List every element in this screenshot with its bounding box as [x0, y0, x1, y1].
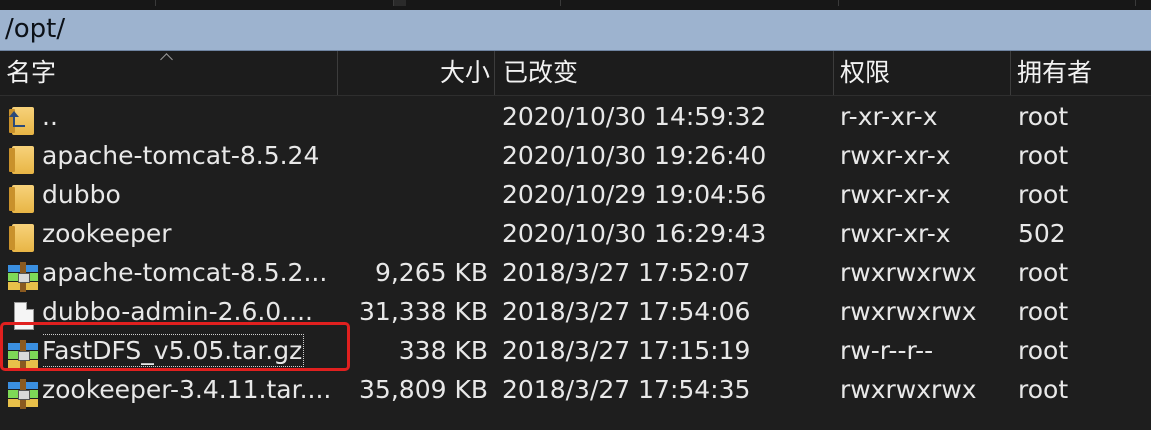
file-permissions: rwxrwxrwx [840, 375, 977, 404]
toolbar-divider [1135, 0, 1137, 6]
file-row[interactable]: apache-tomcat-8.5.24 2020/10/30 19:26:40… [0, 136, 1151, 175]
file-name: zookeeper-3.4.11.tar.... [42, 375, 332, 404]
file-owner: 502 [1018, 219, 1066, 248]
file-size: 9,265 KB [374, 258, 488, 287]
file-modified: 2020/10/30 19:26:40 [502, 141, 767, 170]
file-size [338, 214, 488, 253]
file-row[interactable]: dubbo-admin-2.6.0.... 31,338 KB 2018/3/2… [0, 292, 1151, 331]
column-header: 名字 大小 已改变 权限 拥有者 [0, 51, 1151, 96]
file-owner: root [1018, 375, 1069, 404]
file-modified: 2020/10/30 14:59:32 [502, 102, 767, 131]
current-path[interactable]: /opt/ [5, 14, 65, 44]
file-permissions: rwxr-xr-x [840, 180, 951, 209]
file-owner: root [1018, 180, 1069, 209]
file-name: dubbo [42, 180, 121, 209]
file-permissions: rwxrwxrwx [840, 258, 977, 287]
file-permissions: rwxr-xr-x [840, 219, 951, 248]
file-modified: 2020/10/30 16:29:43 [502, 219, 767, 248]
folder-icon [4, 142, 34, 174]
file-modified: 2018/3/27 17:54:06 [502, 297, 751, 326]
column-header-owner[interactable]: 拥有者 [1011, 51, 1151, 95]
archive-icon [4, 376, 38, 409]
file-owner: root [1018, 258, 1069, 287]
file-permissions: r-xr-xr-x [840, 102, 938, 131]
archive-icon [4, 259, 38, 292]
toolbar-divider [393, 0, 406, 6]
folder-icon [4, 220, 34, 252]
file-name: FastDFS_v5.05.tar.gz [42, 331, 335, 370]
file-size [338, 175, 488, 214]
file-owner: root [1018, 141, 1069, 170]
file-size: 338 KB [398, 336, 488, 365]
file-icon [4, 298, 34, 330]
top-strip [0, 0, 1151, 10]
path-bar[interactable]: /opt/ [0, 10, 1151, 51]
file-name: dubbo-admin-2.6.0.... [42, 297, 313, 326]
file-row-focused[interactable]: FastDFS_v5.05.tar.gz 338 KB 2018/3/27 17… [0, 331, 1151, 370]
file-permissions: rwxrwxrwx [840, 297, 977, 326]
toolbar-divider [155, 0, 157, 6]
toolbar-divider [560, 0, 562, 6]
file-owner: root [1018, 336, 1069, 365]
file-row[interactable]: zookeeper 2020/10/30 16:29:43 rwxr-xr-x … [0, 214, 1151, 253]
file-size: 31,338 KB [359, 297, 488, 326]
file-modified: 2020/10/29 19:04:56 [502, 180, 767, 209]
file-modified: 2018/3/27 17:52:07 [502, 258, 751, 287]
file-modified: 2018/3/27 17:15:19 [502, 336, 751, 365]
archive-icon [4, 337, 38, 370]
file-name: .. [42, 102, 58, 131]
file-owner: root [1018, 297, 1069, 326]
file-list: .. 2020/10/30 14:59:32 r-xr-xr-x root ap… [0, 97, 1151, 409]
file-size: 35,809 KB [359, 375, 488, 404]
file-modified: 2018/3/27 17:54:35 [502, 375, 751, 404]
column-header-size[interactable]: 大小 [338, 51, 495, 95]
column-header-modified[interactable]: 已改变 [495, 51, 834, 95]
file-name: apache-tomcat-8.5.2... [42, 258, 328, 287]
file-row[interactable]: apache-tomcat-8.5.2... 9,265 KB 2018/3/2… [0, 253, 1151, 292]
file-size [338, 136, 488, 175]
file-owner: root [1018, 102, 1069, 131]
file-name: zookeeper [42, 219, 172, 248]
file-row[interactable]: dubbo 2020/10/29 19:04:56 rwxr-xr-x root [0, 175, 1151, 214]
file-permissions: rw-r--r-- [840, 336, 934, 365]
folder-icon [4, 181, 34, 213]
file-size [338, 97, 488, 136]
column-header-permissions[interactable]: 权限 [834, 51, 1011, 95]
file-row[interactable]: .. 2020/10/30 14:59:32 r-xr-xr-x root [0, 97, 1151, 136]
file-row[interactable]: zookeeper-3.4.11.tar.... 35,809 KB 2018/… [0, 370, 1151, 409]
file-permissions: rwxr-xr-x [840, 141, 951, 170]
file-name-text: FastDFS_v5.05.tar.gz [42, 334, 305, 367]
file-name: apache-tomcat-8.5.24 [42, 141, 320, 170]
toolbar-divider [838, 0, 840, 6]
parent-folder-icon [4, 103, 34, 135]
